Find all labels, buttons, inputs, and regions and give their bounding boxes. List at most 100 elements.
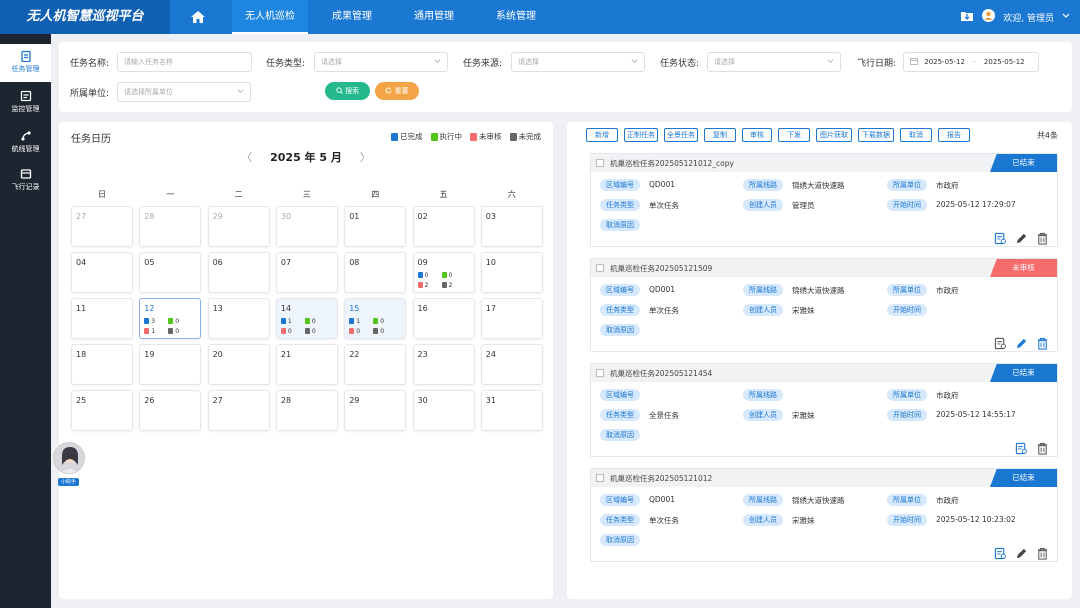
day-number: 13 [212, 304, 223, 313]
calendar-day[interactable]: 05 [139, 252, 202, 293]
delete-icon[interactable] [1036, 547, 1049, 563]
calendar-day[interactable]: 04 [71, 252, 133, 293]
tab-results[interactable]: 成果管理 [316, 0, 388, 34]
day-task-counts: 1 00 0 [349, 317, 405, 337]
toolbar-button[interactable]: 图片获取 [816, 128, 852, 142]
edit-icon[interactable] [1015, 547, 1028, 563]
field-label-type: 任务类型 [600, 304, 640, 316]
task-status-select[interactable]: 请选择 [707, 52, 841, 72]
calendar-day[interactable]: 01 [344, 206, 407, 247]
prev-month-button[interactable]: 〈 [241, 151, 252, 164]
calendar-day[interactable]: 07 [275, 252, 338, 293]
sidebar-item-task[interactable]: 任务管理 [0, 44, 51, 82]
calendar-day[interactable]: 25 [71, 390, 133, 431]
calendar-day[interactable]: 30 [275, 206, 338, 247]
toolbar-button[interactable]: 全景任务 [664, 128, 698, 142]
home-icon[interactable] [186, 8, 210, 26]
date-range-picker[interactable]: 2025-05-12 - 2025-05-12 [903, 52, 1039, 72]
calendar-day[interactable]: 18 [71, 344, 133, 385]
delete-icon[interactable] [1036, 232, 1049, 248]
monitor-icon [20, 90, 31, 102]
calendar-day[interactable]: 02 [412, 206, 475, 247]
sidebar-item-monitor[interactable]: 监控管理 [0, 84, 51, 122]
calendar-day[interactable]: 26 [139, 390, 202, 431]
calendar-day[interactable]: 21 [275, 344, 338, 385]
legend-incomplete: 未完成 [509, 131, 541, 142]
toolbar-button[interactable]: 复制 [704, 128, 736, 142]
reset-button[interactable]: 重置 [375, 82, 419, 100]
calendar-day[interactable]: 23 [412, 344, 475, 385]
field-label-unit: 所属单位 [887, 494, 927, 506]
task-checkbox[interactable] [596, 369, 604, 377]
calendar-day[interactable]: 24 [480, 344, 543, 385]
task-card[interactable]: 机巢巡检任务202505121509 未审核 区域编号 QD001 所属线路 锦绣大道快速… [590, 258, 1058, 352]
task-count: 1 [144, 327, 168, 337]
toolbar-button[interactable]: 正制任务 [624, 128, 658, 142]
toolbar-button[interactable]: 下载数据 [858, 128, 894, 142]
calendar-day[interactable]: 13 [207, 298, 270, 339]
task-count: 0 [441, 271, 466, 281]
calendar-day[interactable]: 19 [139, 344, 202, 385]
sidebar-item-label: 监控管理 [11, 105, 40, 113]
chevron-down-icon[interactable] [1062, 12, 1070, 22]
route-icon [20, 131, 31, 141]
task-checkbox[interactable] [596, 264, 604, 272]
calendar-day[interactable]: 14 1 00 0 [275, 298, 338, 339]
calendar-day[interactable]: 03 [480, 206, 543, 247]
calendar-day[interactable]: 22 [344, 344, 407, 385]
calendar-day[interactable]: 27 [207, 390, 270, 431]
delete-icon[interactable] [1036, 442, 1049, 458]
next-month-button[interactable]: 〉 [360, 151, 371, 164]
calendar-day[interactable]: 31 [480, 390, 543, 431]
user-avatar-icon[interactable] [982, 9, 996, 25]
calendar-day[interactable]: 15 1 00 0 [344, 298, 407, 339]
download-icon[interactable] [960, 10, 974, 25]
calendar-day[interactable]: 09 0 02 2 [412, 252, 475, 293]
calendar-day[interactable]: 28 [139, 206, 202, 247]
calendar-day[interactable]: 29 [207, 206, 270, 247]
field-value-route: 锦绣大道快速路 [792, 286, 845, 295]
edit-icon[interactable] [1015, 337, 1028, 353]
calendar-day[interactable]: 28 [275, 390, 338, 431]
calendar-day[interactable]: 10 [480, 252, 543, 293]
calendar-day[interactable]: 12 3 01 0 [139, 298, 202, 339]
report-icon[interactable] [1015, 442, 1028, 458]
task-card-header: 机巢巡检任务202505121509 未审核 [591, 259, 1057, 277]
assistant-avatar[interactable] [53, 442, 85, 474]
task-name-input[interactable]: 请输入任务名称 [117, 52, 252, 72]
calendar-day[interactable]: 30 [412, 390, 475, 431]
unit-select[interactable]: 请选择所属单位 [117, 82, 251, 102]
task-card[interactable]: 机巢巡检任务202505121012_copy 已结束 区域编号 QD001 所属线路锦… [590, 153, 1058, 247]
report-icon[interactable] [994, 337, 1007, 353]
tab-general[interactable]: 通用管理 [398, 0, 470, 34]
delete-icon[interactable] [1036, 337, 1049, 353]
toolbar-button[interactable]: 下发 [778, 128, 810, 142]
tab-system[interactable]: 系统管理 [480, 0, 552, 34]
toolbar-button[interactable]: 报告 [938, 128, 970, 142]
calendar-day[interactable]: 29 [344, 390, 407, 431]
edit-icon[interactable] [1015, 232, 1028, 248]
user-greeting[interactable]: 欢迎, 管理员 [1003, 11, 1054, 24]
report-icon[interactable] [994, 547, 1007, 563]
report-icon[interactable] [994, 232, 1007, 248]
sidebar-item-flight-record[interactable]: 飞行记录 [0, 162, 51, 200]
task-type-select[interactable]: 请选择 [314, 52, 448, 72]
task-card[interactable]: 机巢巡检任务202505121454 已结束 区域编号 所属线路 所属单位 市政府 任务类型… [590, 363, 1058, 457]
search-button[interactable]: 搜索 [325, 82, 370, 100]
calendar-day[interactable]: 06 [207, 252, 270, 293]
sidebar-item-route[interactable]: 航线管理 [0, 124, 51, 162]
calendar-day[interactable]: 08 [344, 252, 407, 293]
calendar-day[interactable]: 16 [412, 298, 475, 339]
calendar-day[interactable]: 17 [480, 298, 543, 339]
task-checkbox[interactable] [596, 159, 604, 167]
toolbar-button[interactable]: 新增 [586, 128, 618, 142]
calendar-day[interactable]: 20 [207, 344, 270, 385]
task-card[interactable]: 机巢巡检任务202505121012 已结束 区域编号 QD001 所属线路 锦绣大道快速… [590, 468, 1058, 562]
toolbar-button[interactable]: 取消 [900, 128, 932, 142]
tab-uav-inspection[interactable]: 无人机巡检 [232, 0, 308, 34]
calendar-day[interactable]: 11 [71, 298, 133, 339]
toolbar-button[interactable]: 审核 [742, 128, 772, 142]
task-checkbox[interactable] [596, 474, 604, 482]
calendar-day[interactable]: 27 [71, 206, 133, 247]
task-source-select[interactable]: 请选择 [511, 52, 645, 72]
